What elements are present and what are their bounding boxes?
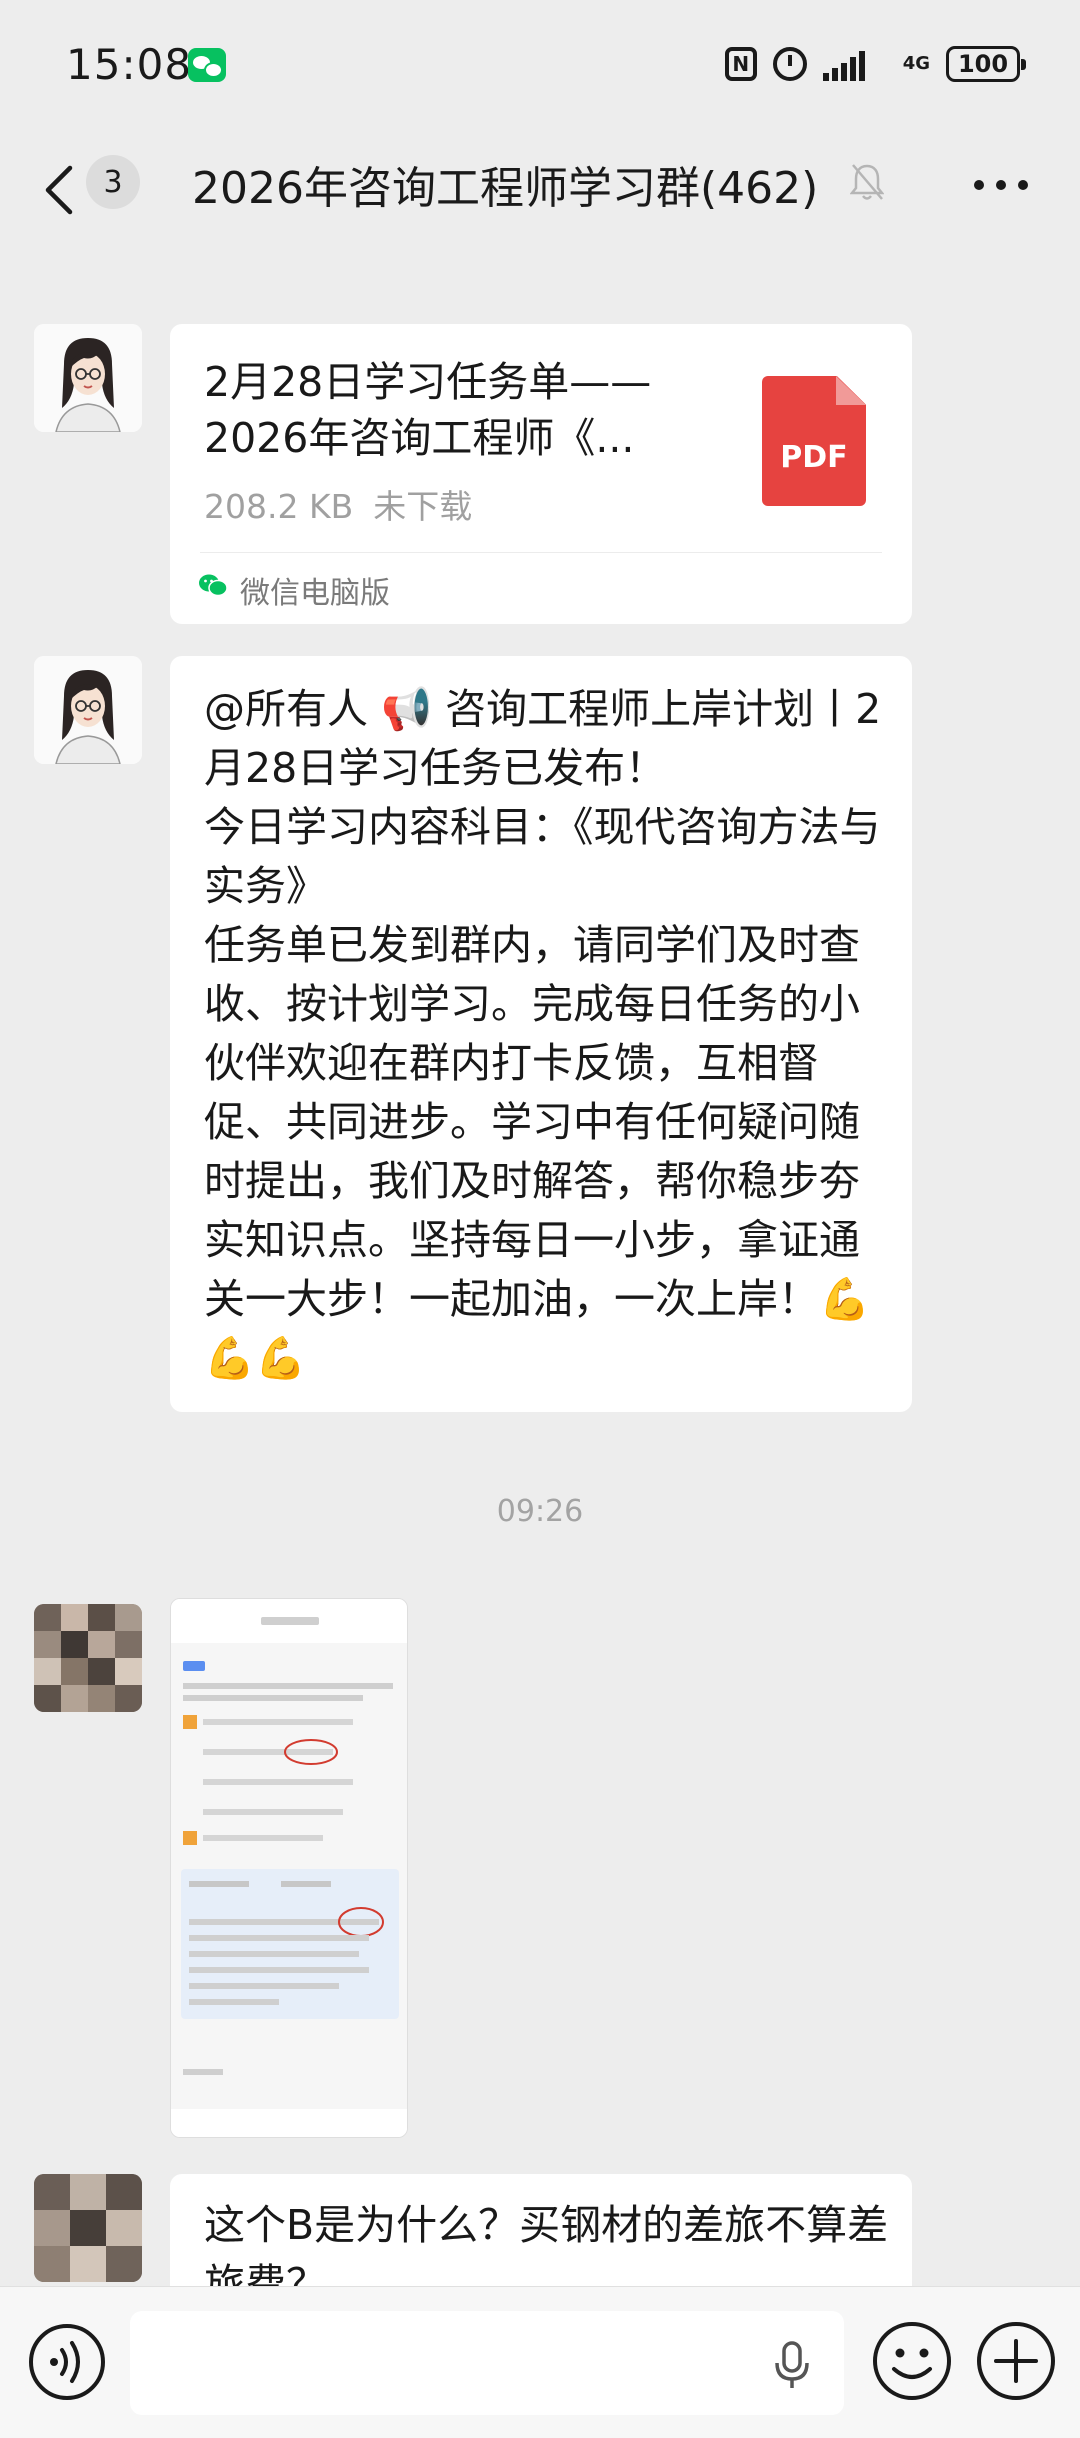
more-icon[interactable] [974, 180, 1028, 192]
image-message[interactable] [170, 1598, 408, 2138]
announcement-message[interactable]: @所有人 📢 咨询工程师上岸计划丨2月28日学习任务已发布！ 今日学习内容科目：… [170, 656, 912, 1412]
emoji-icon[interactable] [870, 2319, 954, 2403]
file-title-line: 2月28日学习任务单—— [204, 358, 652, 406]
sender-avatar[interactable] [34, 324, 142, 432]
alarm-icon [772, 47, 807, 81]
sender-avatar[interactable] [34, 656, 142, 764]
chat-title: 2026年咨询工程师学习群(462) [192, 163, 819, 214]
cartoon-girl-avatar-icon [34, 324, 142, 432]
wechat-icon [188, 48, 226, 82]
status-icons: N 4G 100 [724, 46, 1026, 82]
sender-avatar-blurred[interactable] [34, 1604, 142, 1712]
network-label: 4G [902, 53, 930, 74]
battery-level: 100 [957, 50, 1009, 78]
chat-screen: 15:08 N 4G 100 3 2026年咨询工程师学习群(462) 2月28… [0, 0, 1080, 2438]
microphone-icon[interactable] [770, 2339, 814, 2391]
voice-toggle-icon[interactable] [26, 2321, 108, 2403]
file-title-line: 2026年咨询工程师《... [204, 414, 635, 462]
battery-icon: 100 [946, 46, 1026, 82]
cartoon-girl-avatar-icon [34, 656, 142, 764]
input-bar [0, 2286, 1080, 2438]
pixelated-avatar-icon [34, 1604, 142, 1712]
wechat-icon [199, 574, 228, 597]
pixelated-avatar-icon [34, 2174, 142, 2282]
file-message-card[interactable]: 2月28日学习任务单—— 2026年咨询工程师《... 208.2 KB 未下载 … [170, 324, 912, 624]
message-timestamp: 09:26 [496, 1494, 584, 1529]
signal-icon [822, 47, 887, 81]
file-size: 208.2 KB [204, 487, 354, 526]
status-time: 15:08 [66, 40, 193, 89]
message-input[interactable] [130, 2311, 844, 2415]
status-bar: 15:08 N 4G 100 [0, 0, 1080, 132]
plus-icon[interactable] [974, 2319, 1058, 2403]
nfc-icon: N [724, 47, 757, 81]
sender-avatar-blurred[interactable] [34, 2174, 142, 2282]
file-source: 微信电脑版 [240, 576, 390, 611]
unread-count-badge[interactable]: 3 [86, 155, 140, 209]
file-meta: 208.2 KB 未下载 [204, 480, 472, 528]
download-status: 未下载 [373, 487, 473, 526]
back-icon[interactable] [40, 162, 80, 218]
pdf-label: PDF [780, 440, 848, 475]
message-text: @所有人 📢 咨询工程师上岸计划丨2月28日学习任务已发布！ 今日学习内容科目：… [204, 685, 882, 1382]
divider [200, 552, 882, 553]
file-title: 2月28日学习任务单—— 2026年咨询工程师《... [204, 354, 724, 466]
mute-bell-icon [850, 164, 884, 200]
screenshot-thumbnail [171, 1599, 407, 2137]
